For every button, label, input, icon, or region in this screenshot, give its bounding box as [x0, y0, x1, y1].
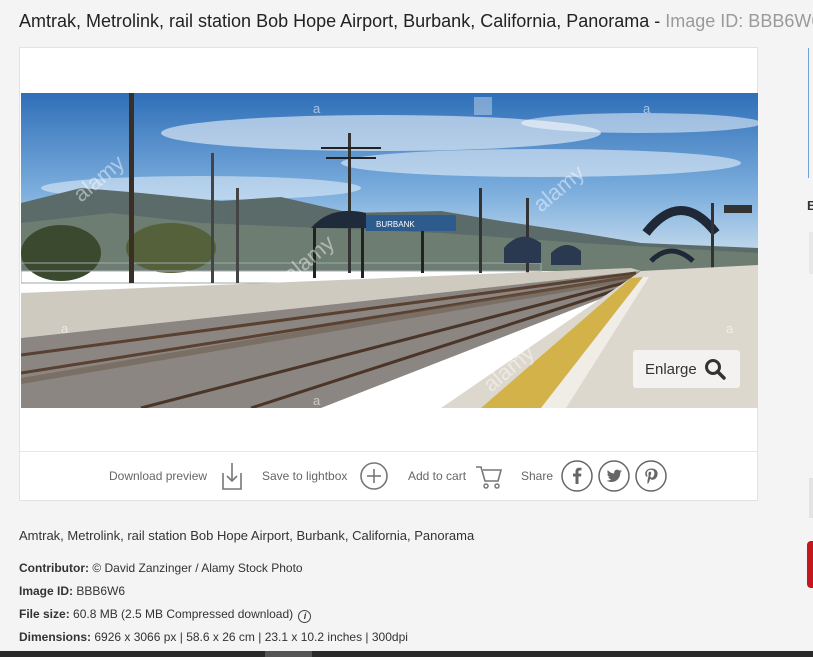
add-to-cart-label: Add to cart — [408, 469, 467, 483]
info-icon[interactable]: i — [298, 610, 312, 623]
watermark-small-5: a — [313, 393, 321, 408]
image-id-value: BBB6W6 — [73, 584, 126, 598]
contributor-label: Contributor: — [19, 561, 89, 575]
enlarge-button[interactable]: Enlarge — [633, 350, 740, 388]
bottom-bar-scroll-thumb[interactable] — [265, 651, 312, 657]
image-description: Amtrak, Metrolink, rail station Bob Hope… — [19, 528, 475, 543]
dimensions-value: 6926 x 3066 px | 58.6 x 26 cm | 23.1 x 1… — [91, 630, 408, 644]
sidebar-option-edge-2[interactable] — [809, 478, 813, 518]
file-size-label: File size: — [19, 607, 70, 621]
contributor-value: © David Zanzinger / Alamy Stock Photo — [88, 561, 303, 575]
watermark-small-3: a — [61, 321, 69, 336]
facebook-icon[interactable] — [561, 460, 593, 492]
file-size-value: 60.8 MB (2.5 MB Compressed download) — [69, 607, 297, 621]
save-to-lightbox-button[interactable]: Save to lightbox — [262, 452, 389, 500]
download-icon — [219, 461, 245, 491]
file-size-line: File size: 60.8 MB (2.5 MB Compressed do… — [19, 607, 312, 623]
magnifier-icon — [704, 358, 726, 380]
share-label-wrap: Share — [521, 452, 553, 500]
page-title: Amtrak, Metrolink, rail station Bob Hope… — [19, 11, 813, 32]
download-preview-label: Download preview — [109, 469, 208, 483]
title-image-id: Image ID: BBB6W6 — [665, 11, 813, 31]
dimensions-line: Dimensions: 6926 x 3066 px | 58.6 x 26 c… — [19, 630, 408, 644]
enlarge-label: Enlarge — [645, 360, 697, 378]
watermark-small-1: a — [313, 101, 321, 116]
bottom-bar — [0, 651, 813, 657]
sidebar-panel-edge — [808, 48, 813, 178]
add-to-cart-button[interactable]: Add to cart — [408, 452, 504, 500]
contributor-line: Contributor: © David Zanzinger / Alamy S… — [19, 561, 303, 575]
save-to-lightbox-label: Save to lightbox — [262, 469, 348, 483]
sidebar-partial-heading: B — [807, 198, 813, 213]
image-id-line: Image ID: BBB6W6 — [19, 584, 125, 598]
sidebar-option-edge[interactable] — [809, 232, 813, 274]
title-text: Amtrak, Metrolink, rail station Bob Hope… — [19, 11, 666, 31]
station-sign-text: BURBANK — [376, 220, 415, 229]
share-label: Share — [521, 469, 554, 483]
download-preview-button[interactable]: Download preview — [109, 452, 245, 500]
twitter-icon[interactable] — [598, 460, 630, 492]
image-actions-bar: Download preview Save to lightbox Add to… — [20, 452, 757, 500]
dimensions-label: Dimensions: — [19, 630, 92, 644]
cart-icon — [474, 461, 504, 491]
pinterest-icon[interactable] — [635, 460, 667, 492]
sidebar-buy-button-edge[interactable] — [807, 541, 813, 588]
watermark-small-2: a — [643, 101, 651, 116]
plus-circle-icon — [359, 461, 389, 491]
watermark-small-4: a — [726, 321, 734, 336]
image-id-label: Image ID: — [19, 584, 74, 598]
